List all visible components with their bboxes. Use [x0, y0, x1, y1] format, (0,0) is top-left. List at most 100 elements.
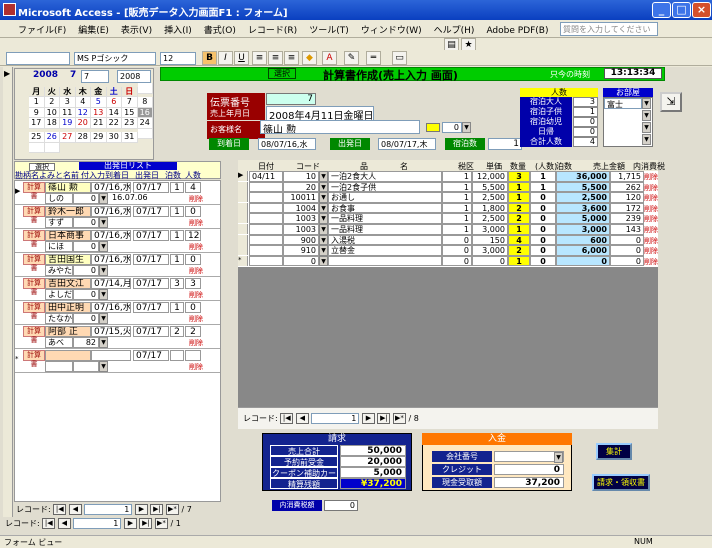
guest-arrival[interactable]: 07/16,水: [91, 254, 131, 265]
invoice-row-button[interactable]: 計算書: [23, 302, 45, 320]
detail-tax-class[interactable]: 1: [442, 202, 472, 214]
delete-link[interactable]: 削除: [644, 257, 658, 267]
detail-item-name[interactable]: お食事: [328, 202, 442, 214]
delete-link[interactable]: 削除: [644, 225, 658, 235]
guest-kana[interactable]: にほ: [45, 241, 73, 252]
detail-date[interactable]: [249, 192, 283, 203]
guest-dropdown-icon[interactable]: ▼: [99, 265, 108, 276]
detail-code[interactable]: 10: [283, 171, 319, 182]
detail-price[interactable]: 3,000: [472, 224, 508, 235]
guest-people[interactable]: 2: [185, 326, 201, 337]
fill-color-icon[interactable]: ◆: [302, 51, 317, 65]
guest-dropdown-icon[interactable]: ▼: [99, 289, 108, 300]
guest-arrival[interactable]: 07/14,月: [91, 278, 131, 289]
detail-code-dropdown-icon[interactable]: ▼: [319, 245, 328, 256]
bold-button[interactable]: B: [202, 51, 217, 65]
guest-kana[interactable]: みやた: [45, 265, 73, 276]
guest-value[interactable]: 0: [73, 313, 99, 324]
delete-link[interactable]: 削除: [189, 290, 203, 300]
guest-departure[interactable]: 07/17: [133, 182, 169, 193]
detail-consumption-tax[interactable]: 1,715: [610, 171, 644, 182]
guest-value[interactable]: [73, 361, 99, 372]
row-selector[interactable]: [15, 331, 21, 341]
guest-nights[interactable]: 1: [170, 182, 184, 193]
align-right-icon[interactable]: ≡: [284, 51, 299, 65]
menu-help[interactable]: ヘルプ(H): [428, 20, 481, 39]
detail-code-dropdown-icon[interactable]: ▼: [319, 192, 328, 203]
calendar-day[interactable]: 8: [137, 97, 153, 108]
guest-departure[interactable]: 07/17: [133, 230, 169, 241]
arrival-date[interactable]: 08/07/16,水: [258, 138, 316, 150]
italic-button[interactable]: I: [218, 51, 233, 65]
calendar-day[interactable]: 28: [75, 132, 91, 143]
guest-dropdown-icon[interactable]: ▼: [99, 241, 108, 252]
delete-link[interactable]: 削除: [189, 266, 203, 276]
row-selector[interactable]: [15, 235, 21, 245]
calendar-day[interactable]: 6: [106, 97, 122, 108]
departure-date[interactable]: 08/07/17,木: [378, 138, 436, 150]
detail-amount[interactable]: 5,000: [556, 213, 610, 224]
guest-arrival[interactable]: 07/15,火: [91, 326, 131, 337]
detail-consumption-tax[interactable]: 0: [610, 234, 644, 246]
detail-consumption-tax[interactable]: 143: [610, 224, 644, 235]
font-color-icon[interactable]: A: [322, 51, 337, 65]
payment-company-dropdown-icon[interactable]: ▼: [554, 452, 563, 463]
calendar-day[interactable]: 21: [91, 118, 107, 129]
detail-tax-class[interactable]: 0: [442, 255, 472, 267]
guest-nav-new-button[interactable]: ▶*: [165, 504, 179, 515]
detail-amount[interactable]: 2,500: [556, 192, 610, 203]
customer-name[interactable]: 篠山 勲: [260, 120, 420, 134]
detail-amount[interactable]: 3,600: [556, 202, 610, 214]
delete-link[interactable]: 削除: [644, 204, 658, 214]
guest-kana[interactable]: しの: [45, 193, 73, 204]
guest-people[interactable]: 0: [185, 206, 201, 217]
detail-nav-last-button[interactable]: ▶|: [377, 413, 391, 424]
detail-consumption-tax[interactable]: 0: [610, 255, 644, 267]
guest-departure[interactable]: 07/17: [133, 278, 169, 289]
calendar-day[interactable]: 1: [29, 97, 45, 108]
guest-nights[interactable]: 1: [170, 302, 184, 313]
room-name[interactable]: 富士: [604, 98, 642, 109]
detail-consumption-tax[interactable]: 0: [610, 245, 644, 256]
guest-kana[interactable]: あべ: [45, 337, 73, 348]
calendar-day[interactable]: 13: [91, 107, 107, 118]
current-row-icon[interactable]: ▶: [238, 171, 248, 181]
detail-date[interactable]: [249, 181, 283, 193]
main-nav-first-button[interactable]: |◀: [42, 518, 56, 529]
guest-value[interactable]: 0: [73, 241, 99, 252]
calendar-day[interactable]: 30: [106, 132, 122, 143]
guest-nav-next-button[interactable]: ▶: [134, 504, 148, 515]
detail-code[interactable]: 910: [283, 245, 319, 256]
delete-link[interactable]: 削除: [644, 236, 658, 246]
guest-dropdown-icon[interactable]: ▼: [99, 337, 108, 348]
guest-arrival[interactable]: 07/16,水: [91, 206, 131, 217]
calendar-day[interactable]: 3: [60, 97, 76, 108]
guest-dropdown-icon[interactable]: ▼: [99, 313, 108, 324]
detail-code[interactable]: 20: [283, 181, 319, 193]
detail-amount[interactable]: 36,000: [556, 171, 610, 182]
detail-item-name[interactable]: 立替金: [328, 245, 442, 256]
calendar-day[interactable]: 25: [29, 132, 45, 143]
detail-nights[interactable]: 0: [530, 202, 556, 214]
people-row-value[interactable]: 4: [573, 137, 598, 147]
detail-code-dropdown-icon[interactable]: ▼: [319, 202, 328, 214]
detail-item-name[interactable]: お通し: [328, 192, 442, 203]
delete-link[interactable]: 削除: [189, 194, 203, 204]
calendar-day[interactable]: 24: [137, 118, 153, 129]
detail-qty[interactable]: 1: [508, 255, 530, 267]
detail-consumption-tax[interactable]: 239: [610, 213, 644, 224]
detail-code-dropdown-icon[interactable]: ▼: [319, 234, 328, 246]
detail-qty[interactable]: 1: [508, 224, 530, 235]
guest-value[interactable]: 0: [73, 265, 99, 276]
main-nav-new-button[interactable]: ▶*: [154, 518, 168, 529]
guest-departure[interactable]: 07/17: [133, 254, 169, 265]
menu-record[interactable]: レコード(R): [242, 20, 303, 39]
customer-type-select[interactable]: 0: [442, 122, 462, 133]
detail-price[interactable]: 3,000: [472, 245, 508, 256]
payment-row-value[interactable]: 0: [494, 464, 564, 475]
row-selector[interactable]: [15, 211, 21, 221]
detail-amount[interactable]: 0: [556, 255, 610, 267]
guest-name[interactable]: 日本商事: [45, 230, 91, 241]
line-color-icon[interactable]: ✎: [344, 51, 359, 65]
guest-nav-first-button[interactable]: |◀: [53, 504, 67, 515]
